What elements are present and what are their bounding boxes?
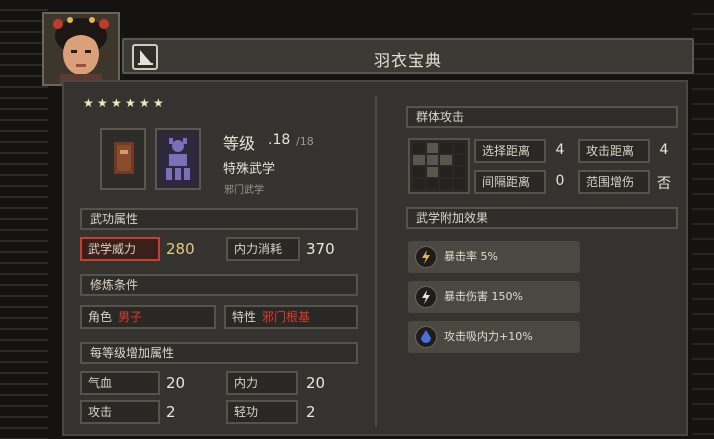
role-requirement: 角色 男子 (80, 305, 216, 329)
attributes-header: 武功属性 (80, 208, 358, 230)
skill-school: 邪门武学 (224, 185, 264, 196)
title-bar: 羽衣宝典 (122, 38, 694, 74)
power-label: 武学威力 (80, 237, 160, 261)
level-label: 等级 (223, 134, 256, 153)
aoe-shape-grid (408, 138, 470, 194)
lightning-icon (415, 286, 437, 308)
trait-value: 邪门根基 (262, 310, 311, 324)
per-level-hp: 气血 (80, 371, 160, 395)
inner-cost-label: 内力消耗 (226, 237, 300, 261)
requirements-header: 修炼条件 (80, 274, 358, 296)
star-icon: ★ (153, 96, 164, 110)
column-divider (375, 96, 377, 426)
background-texture-right (692, 0, 714, 439)
per-level-agility: 轻功 (226, 400, 298, 424)
role-value: 男子 (118, 310, 143, 324)
drop-icon (415, 326, 437, 348)
star-icon: ★ (139, 96, 150, 110)
star-icon: ★ (97, 96, 108, 110)
gap-range-value: 0 (555, 173, 565, 189)
book-item-icon (114, 142, 134, 174)
power-value: 280 (166, 240, 195, 258)
effect-crit-rate: 暴击率 5% (408, 241, 580, 273)
skill-book-slot[interactable] (100, 128, 146, 190)
trait-requirement: 特性 邪门根基 (224, 305, 358, 329)
per-level-hp-value: 20 (166, 374, 186, 392)
skill-type: 特殊武学 (223, 162, 276, 177)
effect-mana-drain: 攻击吸内力+10% (408, 321, 580, 353)
lightning-icon (415, 246, 437, 268)
per-level-inner-value: 20 (306, 374, 326, 392)
effects-header: 武学附加效果 (406, 207, 678, 229)
attack-range-value: 4 (659, 142, 669, 158)
select-range-label: 选择距离 (474, 139, 546, 163)
demon-figure-icon (159, 132, 197, 186)
window-title: 羽衣宝典 (373, 51, 442, 70)
gap-range-label: 间隔距离 (474, 170, 546, 194)
attack-range-label: 攻击距离 (578, 139, 650, 163)
per-level-agility-value: 2 (306, 403, 316, 421)
per-level-attack-value: 2 (166, 403, 176, 421)
per-level-header: 每等级增加属性 (80, 342, 358, 364)
skill-rank-stars: ★ ★ ★ ★ ★ ★ (83, 97, 165, 109)
skill-figure-slot[interactable] (155, 128, 201, 190)
star-icon: ★ (111, 96, 122, 110)
effect-crit-damage: 暴击伤害 150% (408, 281, 580, 313)
star-icon: ★ (83, 96, 94, 110)
character-avatar (42, 12, 120, 86)
per-level-attack: 攻击 (80, 400, 160, 424)
star-icon: ★ (125, 96, 136, 110)
inner-cost-value: 370 (306, 240, 335, 258)
aoe-header: 群体攻击 (406, 106, 678, 128)
per-level-inner: 内力 (226, 371, 298, 395)
level-value: .18 (268, 132, 291, 148)
select-range-value: 4 (555, 142, 565, 158)
area-boost-label: 范围增伤 (578, 170, 650, 194)
area-boost-value: 否 (657, 176, 671, 192)
level-max: /18 (296, 135, 314, 148)
background-texture (0, 0, 48, 439)
